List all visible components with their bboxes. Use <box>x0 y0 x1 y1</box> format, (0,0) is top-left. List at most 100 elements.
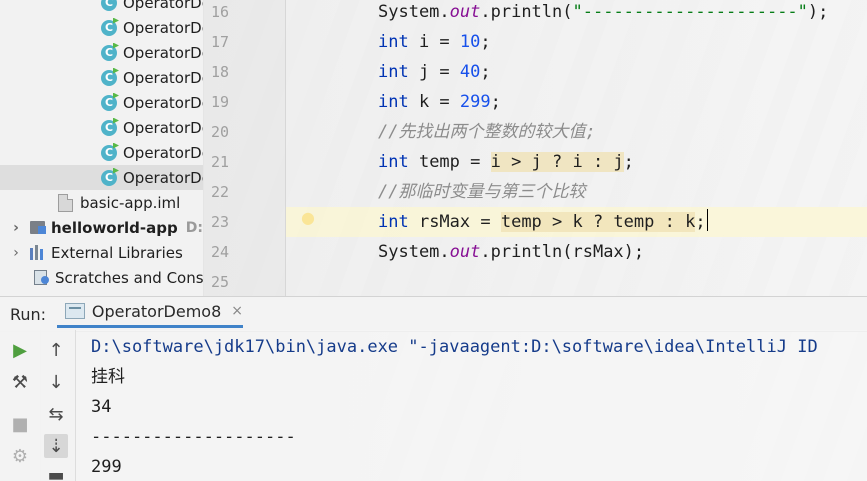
code-token: rsMax = <box>408 212 501 232</box>
code-line-16[interactable]: System.out.println("--------------------… <box>286 0 867 27</box>
tree-item-label: OperatorDemo <box>123 0 203 12</box>
tree-item-label: basic-app.iml <box>80 193 181 212</box>
code-token: temp = <box>408 152 491 172</box>
tree-item-operator-demo[interactable]: C OperatorDemo <box>0 65 203 90</box>
console-output-line: 34 <box>91 397 112 417</box>
tree-item-operator-demo[interactable]: C OperatorDemo <box>0 140 203 165</box>
line-number: 17 <box>210 33 229 51</box>
console-output-line: -------------------- <box>91 427 296 447</box>
code-token: ); <box>807 2 829 22</box>
code-token-number: 299 <box>459 92 491 112</box>
console-command-line: D:\software\jdk17\bin\java.exe "-javaage… <box>91 337 818 357</box>
highlighted-expression: temp > k ? temp : k <box>500 212 696 232</box>
tree-item-operator-demo[interactable]: C OperatorDemo <box>0 90 203 115</box>
java-class-icon: C <box>101 0 117 11</box>
tree-item-external-libraries[interactable]: › External Libraries <box>0 240 203 265</box>
code-line-22[interactable]: //那临时变量与第三个比较 <box>286 177 867 207</box>
tree-item-basic-app-iml[interactable]: basic-app.iml <box>0 190 203 215</box>
code-comment: //那临时变量与第三个比较 <box>378 182 586 202</box>
run-toolbar-left: ▶ ⚒ ■ ⚙ <box>0 330 41 481</box>
tree-item-helloworld-app[interactable]: › helloworld-app D:\ <box>0 215 203 240</box>
code-token: System. <box>378 2 450 22</box>
soft-wrap-icon[interactable]: ⇆ <box>44 402 68 426</box>
run-tab-operator-demo8[interactable]: OperatorDemo8 × <box>57 297 243 328</box>
code-token-keyword: int <box>378 32 409 52</box>
tree-item-scratches[interactable]: Scratches and Consoles <box>0 265 204 290</box>
code-token: ; <box>480 32 491 52</box>
wrench-icon[interactable]: ⚒ <box>8 370 32 394</box>
code-line-21[interactable]: int temp = i > j ? i : j; <box>286 147 867 177</box>
console-tab-icon <box>65 303 85 319</box>
tree-item-operator-demo[interactable]: C OperatorDemo <box>0 15 203 40</box>
code-token-number: 10 <box>459 32 481 52</box>
scroll-to-end-icon[interactable]: ⇣ <box>44 434 68 458</box>
run-console[interactable]: D:\software\jdk17\bin\java.exe "-javaage… <box>76 330 867 481</box>
arrow-down-icon[interactable]: ↓ <box>44 370 68 394</box>
code-token-keyword: int <box>378 152 409 172</box>
line-number: 16 <box>210 3 229 21</box>
tree-item-label: OperatorDemo <box>123 93 203 112</box>
settings-icon[interactable]: ⚙ <box>8 444 32 468</box>
java-class-icon: C <box>101 94 117 111</box>
line-number: 20 <box>210 123 229 141</box>
code-line-17[interactable]: int i = 10; <box>286 27 867 57</box>
stop-icon[interactable]: ■ <box>8 412 32 436</box>
tree-item-operator-demo[interactable]: C OperatorDemo <box>0 40 203 65</box>
code-line-24[interactable]: System.out.println(rsMax); <box>286 237 867 267</box>
code-token: ; <box>695 212 706 232</box>
tree-item-label: OperatorDemo <box>123 168 203 187</box>
code-token: k = <box>408 92 460 112</box>
iml-file-icon <box>58 193 73 212</box>
line-number: 23 <box>210 213 229 231</box>
code-token: .println( <box>480 2 573 22</box>
line-number: 19 <box>210 93 229 111</box>
chevron-right-icon[interactable]: › <box>10 220 22 236</box>
code-token: .println(rsMax); <box>480 242 645 262</box>
code-token: j = <box>408 62 460 82</box>
java-class-icon: C <box>101 44 117 61</box>
run-toolbar-right: ↑ ↓ ⇆ ⇣ ▬ <box>40 330 76 481</box>
code-token-string: "---------------------" <box>572 2 808 22</box>
console-output-line: 挂科 <box>91 367 125 387</box>
code-token-field: out <box>449 2 481 22</box>
code-comment: //先找出两个整数的较大值; <box>378 122 596 142</box>
tree-item-label: OperatorDemo <box>123 68 203 87</box>
external-libraries-icon <box>30 245 45 260</box>
tree-item-label: OperatorDemo <box>123 43 203 62</box>
code-token-keyword: int <box>378 212 409 232</box>
tree-item-operator-demo[interactable]: C OperatorDemo <box>0 0 203 15</box>
arrow-up-icon[interactable]: ↑ <box>44 338 68 362</box>
print-icon[interactable]: ▬ <box>44 463 68 481</box>
code-line-18[interactable]: int j = 40; <box>286 57 867 87</box>
project-tree-panel: C OperatorDemo C OperatorDemo C Operator… <box>0 0 204 296</box>
code-token: System. <box>378 242 450 262</box>
code-token-keyword: int <box>378 62 409 82</box>
java-class-icon: C <box>101 69 117 86</box>
java-class-icon: C <box>101 119 117 136</box>
code-token-number: 40 <box>459 62 481 82</box>
code-line-23-current[interactable]: int rsMax = temp > k ? temp : k; <box>286 207 867 237</box>
code-token-field: out <box>449 242 481 262</box>
line-number: 22 <box>210 183 229 201</box>
chevron-right-icon[interactable]: › <box>10 245 22 261</box>
tree-item-operator-demo[interactable]: C OperatorDemo <box>0 115 203 140</box>
play-icon[interactable]: ▶ <box>8 338 32 362</box>
code-token: ; <box>623 152 634 172</box>
close-icon[interactable]: × <box>231 303 243 319</box>
tree-item-operator-demo-selected[interactable]: C OperatorDemo <box>0 165 203 190</box>
run-tab-label: OperatorDemo8 <box>91 301 222 321</box>
tree-item-label: OperatorDemo <box>123 18 203 37</box>
code-token: i = <box>408 32 460 52</box>
code-line-20[interactable]: //先找出两个整数的较大值; <box>286 117 867 147</box>
line-number: 18 <box>210 63 229 81</box>
tree-item-label: Scratches and Consoles <box>55 268 204 287</box>
java-class-icon: C <box>101 144 117 161</box>
run-label: Run: <box>10 305 47 324</box>
editor-gutter: 16 17 18 19 20 21 22 23 24 25 <box>203 0 286 296</box>
console-output-line: 299 <box>91 457 122 477</box>
code-line-19[interactable]: int k = 299; <box>286 87 867 117</box>
run-panel-header: Run: OperatorDemo8 × <box>0 296 867 332</box>
code-editor[interactable]: System.out.println("--------------------… <box>286 0 867 296</box>
line-number: 21 <box>210 153 229 171</box>
module-folder-icon <box>30 221 46 234</box>
